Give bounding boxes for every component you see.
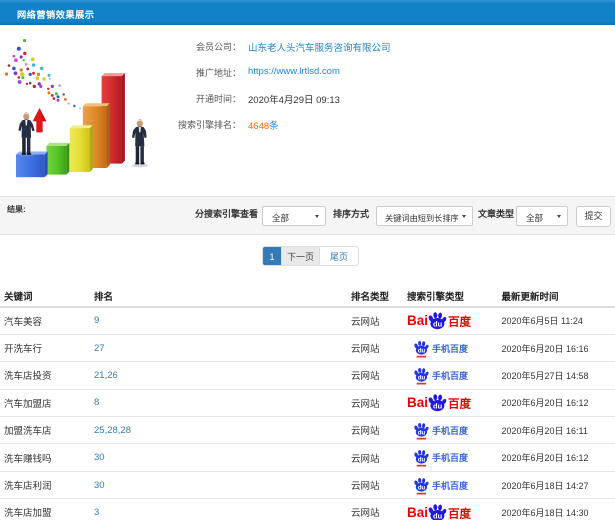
svg-text:百度: 百度 bbox=[448, 315, 471, 329]
svg-text:du: du bbox=[433, 511, 443, 520]
svg-text:du: du bbox=[433, 320, 443, 329]
svg-text:百度: 百度 bbox=[448, 506, 471, 520]
svg-text:手机百度: 手机百度 bbox=[432, 370, 469, 381]
svg-text:手机百度: 手机百度 bbox=[432, 480, 469, 491]
svg-text:手机百度: 手机百度 bbox=[432, 343, 469, 354]
svg-text:Bai: Bai bbox=[407, 395, 428, 410]
svg-text:百度: 百度 bbox=[448, 397, 471, 411]
svg-text:du: du bbox=[418, 458, 426, 464]
svg-text:手机百度: 手机百度 bbox=[432, 452, 469, 463]
svg-text:du: du bbox=[418, 348, 426, 354]
svg-text:Bai: Bai bbox=[407, 313, 428, 328]
svg-text:du: du bbox=[418, 485, 426, 491]
svg-text:du: du bbox=[418, 375, 426, 381]
svg-text:du: du bbox=[418, 430, 426, 436]
svg-text:du: du bbox=[433, 402, 443, 411]
svg-text:Bai: Bai bbox=[407, 505, 428, 520]
svg-text:手机百度: 手机百度 bbox=[432, 425, 469, 436]
